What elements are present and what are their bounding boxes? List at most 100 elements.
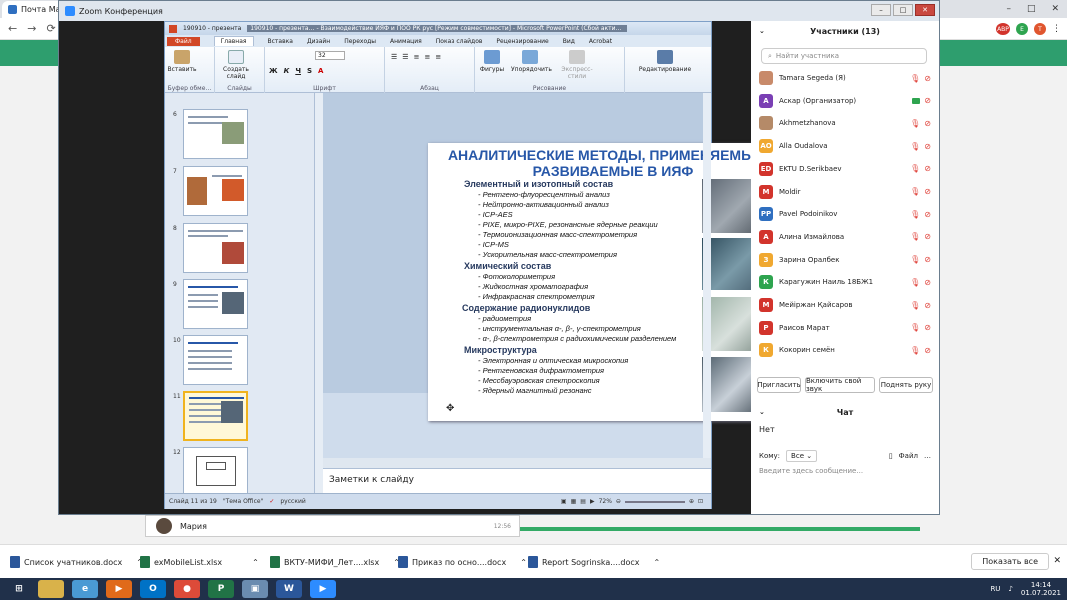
tab-design[interactable]: Дизайн [307, 38, 330, 45]
download-item[interactable]: exMobileList.xlsx ⌃ [140, 555, 259, 569]
bullets-icon[interactable]: ☰ [391, 53, 397, 61]
ie-icon[interactable]: e [72, 580, 98, 598]
tab-insert[interactable]: Вставка [268, 38, 293, 45]
tab-view[interactable]: Вид [563, 38, 575, 45]
align-left-icon[interactable]: ≡ [414, 53, 420, 61]
normal-view-icon[interactable]: ▣ [561, 498, 567, 505]
participant-row[interactable]: З Зарина Оралбек 🎙 ⊘ [759, 249, 931, 271]
editing-button[interactable]: Редактирование [633, 50, 697, 73]
chevron-down-icon[interactable]: ⌃ [654, 558, 661, 567]
participant-row[interactable]: М Мейіржан Қайсаров 🎙 ⊘ [759, 294, 931, 316]
more-icon[interactable]: … [924, 452, 939, 460]
participant-row[interactable]: M Moldir 🎙 ⊘ [759, 181, 931, 203]
minimize-icon[interactable]: – [871, 4, 891, 16]
tab-acrobat[interactable]: Acrobat [589, 38, 612, 45]
participant-row[interactable]: AO Alla Oudalova 🎙 ⊘ [759, 135, 931, 157]
align-right-icon[interactable]: ≡ [435, 53, 441, 61]
editor-scrollbar[interactable] [703, 93, 711, 458]
font-size-select[interactable]: 32 [315, 51, 345, 60]
zoom-icon[interactable]: ▶ [310, 580, 336, 598]
participant-row[interactable]: Akhmetzhanova 🎙 ⊘ [759, 112, 931, 134]
zoom-slider[interactable] [624, 500, 685, 503]
tab-file[interactable]: Файл [167, 36, 200, 46]
editor-hscroll[interactable] [323, 458, 711, 468]
collapse-icon[interactable]: ⌄ [759, 27, 765, 35]
download-item[interactable]: Report Sogrinska....docx ⌃ [528, 555, 660, 569]
download-item[interactable]: Приказ по осно....docx ⌃ [398, 555, 527, 569]
profile-avatar[interactable]: T [1034, 23, 1046, 35]
participant-row[interactable]: PP Pavel Podoinikov 🎙 ⊘ [759, 203, 931, 225]
adblock-badge[interactable]: ABP [996, 23, 1010, 35]
zoom-out-icon[interactable]: ⊖ [616, 498, 621, 505]
maximize-icon[interactable]: □ [893, 4, 913, 16]
extension-badge[interactable]: E [1016, 23, 1028, 35]
slide-notes[interactable]: Заметки к слайду [323, 468, 711, 493]
slide-thumb-6[interactable]: 6 [173, 109, 313, 161]
remote-icon[interactable]: ▣ [242, 580, 268, 598]
zoom-level[interactable]: 72% [599, 498, 612, 505]
participant-row[interactable]: К Кокорин семён 🎙 ⊘ [759, 339, 931, 361]
download-item[interactable]: Список учатников.docx⌃ [10, 555, 143, 569]
file-button[interactable]: Файл [899, 452, 918, 460]
participant-search[interactable]: ⌕ Найти участника [761, 48, 927, 64]
tab-review[interactable]: Рецензирование [496, 38, 548, 45]
tab-transitions[interactable]: Переходы [344, 38, 376, 45]
close-icon[interactable]: ✕ [1051, 4, 1059, 14]
align-center-icon[interactable]: ≡ [424, 53, 430, 61]
slide-thumb-9[interactable]: 9 [173, 279, 313, 331]
fit-slide-icon[interactable]: ⊡ [698, 498, 711, 505]
invite-button[interactable]: Пригласить [757, 377, 801, 393]
volume-icon[interactable]: ♪ [1008, 585, 1012, 593]
outlook-icon[interactable]: O [140, 580, 166, 598]
numbering-icon[interactable]: ☰ [402, 53, 408, 61]
participant-row[interactable]: Tamara Segeda (Я) 🎙 ⊘ [759, 67, 931, 89]
strikethrough-icon[interactable]: S [307, 67, 312, 75]
tab-home[interactable]: Главная [213, 36, 254, 46]
reload-icon[interactable]: ⟳ [46, 22, 55, 35]
explorer-icon[interactable] [38, 580, 64, 598]
download-item[interactable]: ВКТУ-МИФИ_Лет....xlsx ⌃ [270, 555, 400, 569]
underline-icon[interactable]: Ч [295, 67, 301, 75]
chrome-icon[interactable]: ● [174, 580, 200, 598]
participant-row[interactable]: Р Раисов Марат 🎙 ⊘ [759, 317, 931, 339]
font-color-icon[interactable]: A [318, 67, 323, 75]
slide-thumb-7[interactable]: 7 [173, 166, 313, 218]
zoom-in-icon[interactable]: ⊕ [689, 498, 694, 505]
chat-input[interactable]: Введите здесь сообщение... [759, 467, 863, 475]
project-icon[interactable]: P [208, 580, 234, 598]
show-all-button[interactable]: Показать все [971, 553, 1049, 570]
participant-row[interactable]: К Карагужин Наиль 18БЖ1 🎙 ⊘ [759, 271, 931, 293]
participant-row[interactable]: А Аскар (Организатор) ⊘ [759, 90, 931, 112]
create-slide-button[interactable]: Создать слайд [221, 50, 251, 80]
start-icon[interactable]: ⊞ [6, 580, 32, 598]
maximize-icon[interactable]: □ [1027, 4, 1036, 14]
spellcheck-icon[interactable]: ✓ [269, 498, 274, 505]
back-icon[interactable]: ← [8, 22, 17, 35]
participant-row[interactable]: А Алина Измайлова 🎙 ⊘ [759, 226, 931, 248]
to-select[interactable]: Все ⌄ [786, 450, 818, 462]
minimize-icon[interactable]: – [1006, 4, 1011, 14]
media-player-icon[interactable]: ▶ [106, 580, 132, 598]
tab-slideshow[interactable]: Показ слайдов [436, 38, 483, 45]
shapes-button[interactable]: Фигуры [477, 50, 507, 73]
word-icon[interactable]: W [276, 580, 302, 598]
slide-thumb-11-selected[interactable]: 11 [173, 391, 313, 443]
arrange-button[interactable]: Упорядочить [511, 50, 552, 73]
bold-icon[interactable]: Ж [269, 67, 278, 75]
tab-animation[interactable]: Анимация [390, 38, 422, 45]
slide-thumb-12[interactable]: 12 [173, 447, 313, 499]
slide-thumb-10[interactable]: 10 [173, 335, 313, 387]
clock[interactable]: 14:14 01.07.2021 [1021, 581, 1061, 597]
italic-icon[interactable]: К [284, 67, 290, 75]
slide-thumb-8[interactable]: 8 [173, 223, 313, 275]
forward-icon[interactable]: → [27, 22, 36, 35]
menu-icon[interactable]: ⋮ [1052, 24, 1061, 34]
slideshow-view-icon[interactable]: ▶ [590, 498, 595, 505]
language-indicator[interactable]: RU [990, 585, 1000, 593]
participant-row[interactable]: ED EKTU D.Serikbaev 🎙 ⊘ [759, 158, 931, 180]
language[interactable]: русский [280, 498, 305, 505]
unmute-button[interactable]: Включить свой звук [805, 377, 875, 393]
close-icon[interactable]: ✕ [915, 4, 935, 16]
collapse-icon[interactable]: ⌄ [759, 408, 765, 416]
chevron-down-icon[interactable]: ⌃ [252, 558, 259, 567]
